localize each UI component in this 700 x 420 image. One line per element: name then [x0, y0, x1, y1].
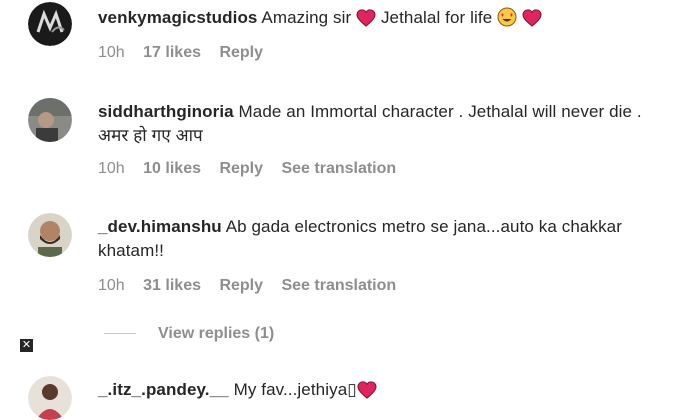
view-replies-button[interactable]: View replies (1)	[104, 325, 274, 343]
comment-time: 10h	[98, 44, 125, 61]
avatar[interactable]	[28, 98, 72, 142]
missing-glyph: ▯	[347, 380, 357, 399]
heart-icon	[522, 9, 542, 34]
likes-count[interactable]: 17 likes	[143, 44, 201, 61]
heart-eyes-emoji-icon	[497, 7, 517, 34]
reply-button[interactable]: Reply	[219, 160, 263, 177]
comment-text: My fav...jethiya	[233, 380, 348, 399]
close-icon[interactable]: ✕	[20, 339, 33, 352]
comment-time: 10h	[98, 160, 125, 177]
username[interactable]: _dev.himanshu	[98, 217, 222, 236]
avatar[interactable]	[28, 213, 72, 257]
username[interactable]: venkymagicstudios	[98, 8, 257, 27]
reply-button[interactable]: Reply	[219, 44, 263, 61]
username[interactable]: siddharthginoria	[98, 102, 234, 121]
heart-icon	[357, 381, 377, 406]
comment-text: Amazing sir	[261, 8, 357, 27]
comment-time: 10h	[98, 277, 125, 294]
username[interactable]: _.itz_.pandey.__	[98, 380, 229, 399]
divider-line	[104, 333, 136, 335]
reply-button[interactable]: Reply	[219, 277, 263, 294]
likes-count[interactable]: 31 likes	[143, 277, 201, 294]
see-translation-button[interactable]: See translation	[281, 160, 396, 177]
avatar[interactable]	[28, 2, 72, 46]
heart-icon	[356, 9, 376, 34]
see-translation-button[interactable]: See translation	[281, 277, 396, 294]
avatar[interactable]	[28, 376, 72, 420]
comment-text-continued: Jethalal for life	[380, 8, 498, 27]
likes-count[interactable]: 10 likes	[143, 160, 201, 177]
view-replies-label[interactable]: View replies (1)	[158, 325, 274, 342]
